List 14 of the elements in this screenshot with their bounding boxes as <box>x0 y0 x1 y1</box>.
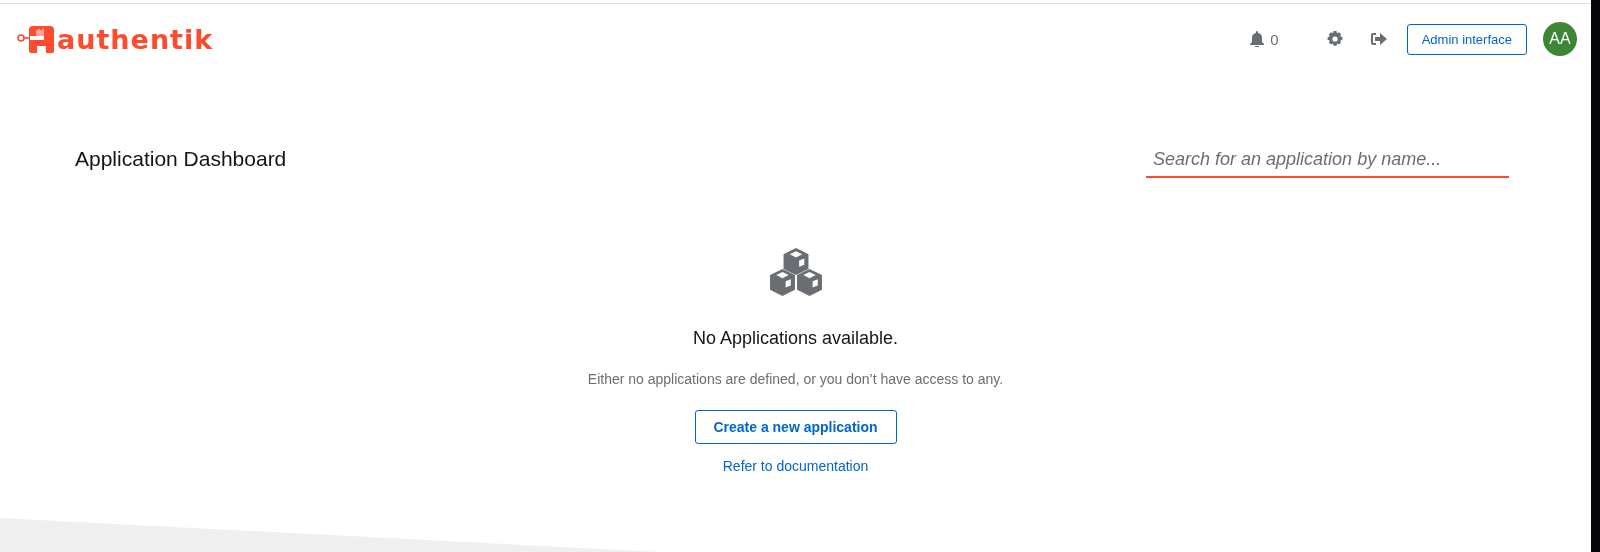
settings-icon[interactable] <box>1326 31 1343 47</box>
logo-icon <box>17 25 55 53</box>
empty-state-title: No Applications available. <box>692 328 899 349</box>
documentation-link[interactable]: Refer to documentation <box>722 458 869 474</box>
admin-interface-button[interactable]: Admin interface <box>1406 23 1527 55</box>
bell-icon[interactable] <box>1250 31 1265 47</box>
notification-count: 0 <box>1270 30 1279 48</box>
user-avatar[interactable]: AA <box>1543 22 1577 56</box>
page-title: Application Dashboard <box>75 146 287 171</box>
cubes-icon <box>768 248 823 296</box>
logout-icon[interactable] <box>1370 32 1387 46</box>
brand-name: authentik <box>57 23 214 55</box>
create-application-button[interactable]: Create a new application <box>694 410 897 444</box>
empty-state-message: Either no applications are defined, or you don’t have access to any. <box>587 371 1004 387</box>
